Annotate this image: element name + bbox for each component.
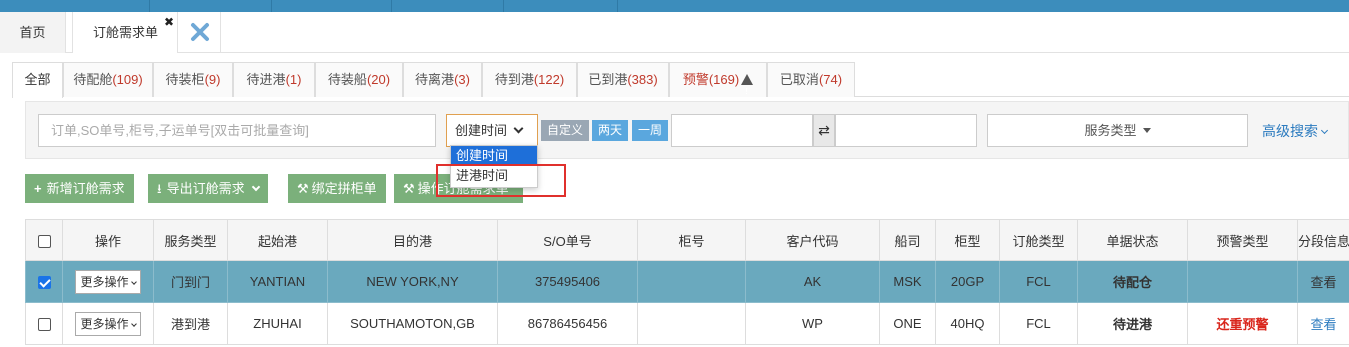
alert-type-cell: [1187, 260, 1298, 303]
tab-arrived[interactable]: 已到港(383): [577, 62, 669, 97]
top-nav-bar: [0, 0, 1349, 12]
select-all-checkbox[interactable]: [37, 234, 51, 248]
column-header: 订舱类型: [999, 219, 1078, 261]
carrier-cell: MSK: [879, 260, 936, 303]
option-create-time[interactable]: 创建时间: [451, 146, 537, 166]
search-input[interactable]: 订单,SO单号,柜号,子运单号[双击可批量查询]: [38, 114, 436, 147]
swap-icon[interactable]: ⇄: [813, 114, 835, 147]
column-header: S/O单号: [497, 219, 638, 261]
container-cell: [637, 260, 746, 303]
tab-pending-departure[interactable]: 待离港(3): [403, 62, 482, 97]
table-header-row: 操作 服务类型 起始港 目的港 S/O单号 柜号 客户代码 船司 柜型 订舱类型…: [25, 219, 1349, 261]
tab-pending-arrival[interactable]: 待到港(122): [482, 62, 577, 97]
carrier-cell: ONE: [879, 302, 936, 345]
highlight-box: [436, 164, 566, 197]
top-nav-item[interactable]: [392, 0, 504, 12]
so-number-cell: 375495406: [497, 260, 638, 303]
gavel-icon: ⚒: [403, 181, 415, 196]
chevron-down-icon: [513, 123, 524, 134]
plus-icon: +: [34, 181, 42, 196]
column-header: 目的港: [327, 219, 498, 261]
column-header: 单据状态: [1077, 219, 1188, 261]
table-row[interactable]: 更多操作 门到门 YANTIAN NEW YORK,NY 375495406 A…: [25, 260, 1349, 303]
row-checkbox-cell[interactable]: [25, 260, 63, 303]
close-all-icon: [190, 23, 209, 41]
column-header: 操作: [62, 219, 154, 261]
tab-pending-shipment[interactable]: 待装船(20): [315, 62, 403, 97]
chevron-down-icon: [1320, 126, 1329, 135]
warning-icon: [741, 74, 754, 108]
tab-pending-loading[interactable]: 待装柜(9): [153, 62, 233, 97]
top-nav-item[interactable]: [272, 0, 392, 12]
status-tab-bar: 全部 待配舱(109) 待装柜(9) 待进港(1) 待装船(20) 待离港(3)…: [12, 62, 1349, 108]
close-all-tabs-button[interactable]: [179, 12, 221, 53]
service-type-cell: 门到门: [153, 260, 228, 303]
column-header: 起始港: [227, 219, 328, 261]
order-table: 操作 服务类型 起始港 目的港 S/O单号 柜号 客户代码 船司 柜型 订舱类型…: [25, 219, 1349, 345]
booking-type-cell: FCL: [999, 302, 1078, 345]
more-ops-button[interactable]: 更多操作: [75, 269, 141, 294]
close-tab-icon[interactable]: ✖: [164, 2, 174, 43]
tab-all[interactable]: 全部: [12, 62, 63, 98]
column-header: 柜号: [637, 219, 746, 261]
tab-alerts[interactable]: 预警(169): [669, 62, 767, 108]
chevron-down-icon: [251, 182, 260, 192]
origin-port-cell: YANTIAN: [227, 260, 328, 303]
download-icon: ⭳: [157, 181, 162, 196]
tab-label: 订舱需求单: [93, 25, 159, 40]
container-type-cell: 20GP: [935, 260, 1000, 303]
chevron-down-icon: [130, 320, 137, 327]
column-header: 客户代码: [745, 219, 880, 261]
column-header: 服务类型: [153, 219, 228, 261]
quick-custom-button[interactable]: 自定义: [541, 120, 589, 141]
customer-code-cell: AK: [745, 260, 880, 303]
date-type-select[interactable]: 创建时间: [446, 114, 538, 147]
date-end-input[interactable]: [835, 114, 977, 147]
gavel-icon: ⚒: [297, 181, 309, 196]
column-header: 船司: [879, 219, 936, 261]
tab-cancelled[interactable]: 已取消(74): [767, 62, 855, 97]
container-cell: [637, 302, 746, 345]
view-segments-link[interactable]: 查看: [1297, 302, 1349, 345]
column-header: 预警类型: [1187, 219, 1298, 261]
date-start-input[interactable]: [671, 114, 813, 147]
doc-status-cell: 待进港: [1077, 302, 1188, 345]
container-type-cell: 40HQ: [935, 302, 1000, 345]
bind-consolidation-button[interactable]: ⚒ 绑定拼柜单: [288, 174, 386, 203]
column-header: 分段信息: [1297, 219, 1349, 261]
so-number-cell: 86786456456: [497, 302, 638, 345]
row-checkbox-cell[interactable]: [25, 302, 63, 345]
tab-home[interactable]: 首页: [0, 12, 66, 53]
chevron-down-icon: [130, 278, 137, 285]
quick-week-button[interactable]: 一周: [632, 120, 668, 141]
tab-order-requests[interactable]: 订舱需求单 ✖: [72, 12, 178, 53]
view-segments-link[interactable]: 查看: [1297, 260, 1349, 303]
booking-type-cell: FCL: [999, 260, 1078, 303]
column-header: 柜型: [935, 219, 1000, 261]
row-checkbox[interactable]: [37, 276, 51, 290]
dest-port-cell: SOUTHAMOTON,GB: [327, 302, 498, 345]
service-type-cell: 港到港: [153, 302, 228, 345]
tab-pending-allocation[interactable]: 待配舱(109): [63, 62, 153, 97]
top-nav-item[interactable]: [504, 0, 618, 12]
export-button[interactable]: ⭳ 导出订舱需求: [148, 174, 268, 203]
select-all-header[interactable]: [25, 219, 63, 261]
service-type-select[interactable]: 服务类型: [987, 114, 1248, 147]
origin-port-cell: ZHUHAI: [227, 302, 328, 345]
dest-port-cell: NEW YORK,NY: [327, 260, 498, 303]
doc-status-cell: 待配仓: [1077, 260, 1188, 303]
top-nav-item[interactable]: [0, 0, 150, 12]
table-row[interactable]: 更多操作 港到港 ZHUHAI SOUTHAMOTON,GB 867864564…: [25, 302, 1349, 345]
caret-down-icon: [1142, 128, 1151, 133]
more-ops-button[interactable]: 更多操作: [75, 311, 141, 336]
advanced-search-link[interactable]: 高级搜索: [1262, 121, 1329, 141]
add-order-button[interactable]: + 新增订舱需求: [25, 174, 134, 203]
alert-type-cell: 还重预警: [1187, 302, 1298, 345]
tab-pending-port-entry[interactable]: 待进港(1): [233, 62, 315, 97]
page-tab-bar: 首页 订舱需求单 ✖: [0, 12, 1349, 53]
customer-code-cell: WP: [745, 302, 880, 345]
row-checkbox[interactable]: [37, 318, 51, 332]
quick-two-days-button[interactable]: 两天: [592, 120, 628, 141]
